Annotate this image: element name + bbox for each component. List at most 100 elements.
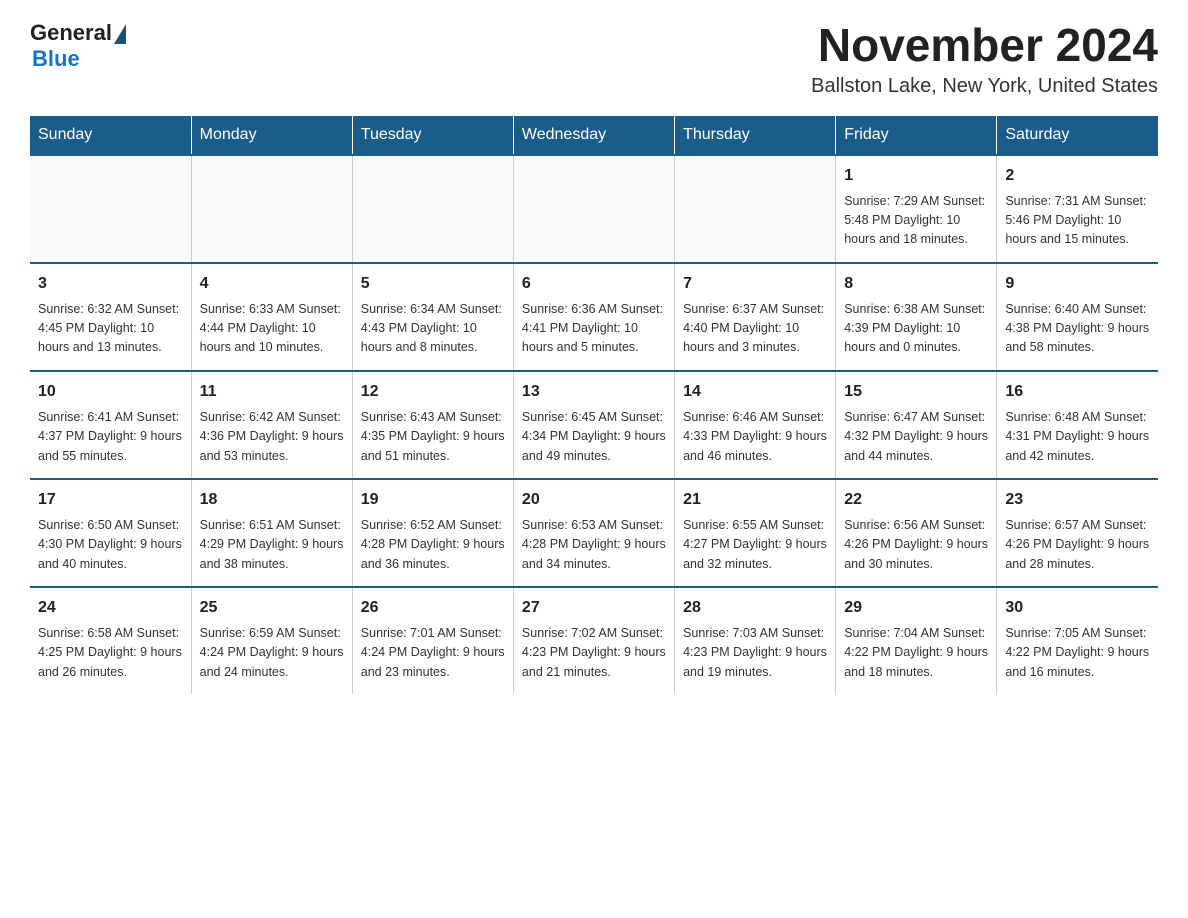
calendar-cell: 20 Sunrise: 6:53 AM Sunset: 4:28 PM Dayli… <box>513 479 674 587</box>
day-info: Sunrise: 6:48 AM Sunset: 4:31 PM Dayligh… <box>1005 408 1150 466</box>
day-info: Sunrise: 6:38 AM Sunset: 4:39 PM Dayligh… <box>844 300 988 358</box>
day-info: Sunrise: 6:47 AM Sunset: 4:32 PM Dayligh… <box>844 408 988 466</box>
calendar-cell: 8 Sunrise: 6:38 AM Sunset: 4:39 PM Daylig… <box>836 263 997 371</box>
day-info: Sunrise: 7:05 AM Sunset: 4:22 PM Dayligh… <box>1005 624 1150 682</box>
day-info: Sunrise: 7:29 AM Sunset: 5:48 PM Dayligh… <box>844 192 988 250</box>
calendar-cell: 25Sunrise: 6:59 AM Sunset: 4:24 PM Dayli… <box>191 587 352 694</box>
day-number: 28 <box>683 596 827 620</box>
logo-general-text: General <box>30 20 112 46</box>
day-number: 16 <box>1005 380 1150 404</box>
day-number: 4 <box>200 272 344 296</box>
calendar-cell: 24 Sunrise: 6:58 AM Sunset: 4:25 PM Dayli… <box>30 587 191 694</box>
day-number: 1 <box>844 164 988 188</box>
day-number: 21 <box>683 488 827 512</box>
day-info: Sunrise: 6:53 AM Sunset: 4:28 PM Dayligh… <box>522 516 666 574</box>
day-info: Sunrise: 6:52 AM Sunset: 4:28 PM Dayligh… <box>361 516 505 574</box>
day-info: Sunrise: 6:40 AM Sunset: 4:38 PM Dayligh… <box>1005 300 1150 358</box>
day-number: 7 <box>683 272 827 296</box>
day-info: Sunrise: 6:37 AM Sunset: 4:40 PM Dayligh… <box>683 300 827 358</box>
week-row-3: 10Sunrise: 6:41 AM Sunset: 4:37 PM Dayli… <box>30 371 1158 479</box>
calendar-cell: 6 Sunrise: 6:36 AM Sunset: 4:41 PM Daylig… <box>513 263 674 371</box>
calendar-cell: 29Sunrise: 7:04 AM Sunset: 4:22 PM Dayli… <box>836 587 997 694</box>
calendar-cell: 23 Sunrise: 6:57 AM Sunset: 4:26 PM Dayli… <box>997 479 1158 587</box>
location-title: Ballston Lake, New York, United States <box>811 75 1158 98</box>
day-info: Sunrise: 6:36 AM Sunset: 4:41 PM Dayligh… <box>522 300 666 358</box>
header-day-friday: Friday <box>836 116 997 155</box>
day-number: 5 <box>361 272 505 296</box>
calendar-cell <box>675 155 836 263</box>
header-day-thursday: Thursday <box>675 116 836 155</box>
calendar-cell <box>513 155 674 263</box>
day-info: Sunrise: 6:42 AM Sunset: 4:36 PM Dayligh… <box>200 408 344 466</box>
calendar-cell <box>30 155 191 263</box>
day-info: Sunrise: 6:46 AM Sunset: 4:33 PM Dayligh… <box>683 408 827 466</box>
day-info: Sunrise: 6:45 AM Sunset: 4:34 PM Dayligh… <box>522 408 666 466</box>
calendar-cell: 19 Sunrise: 6:52 AM Sunset: 4:28 PM Dayli… <box>352 479 513 587</box>
day-number: 12 <box>361 380 505 404</box>
week-row-5: 24 Sunrise: 6:58 AM Sunset: 4:25 PM Dayli… <box>30 587 1158 694</box>
day-number: 15 <box>844 380 988 404</box>
day-number: 18 <box>200 488 344 512</box>
week-row-4: 17 Sunrise: 6:50 AM Sunset: 4:30 PM Dayli… <box>30 479 1158 587</box>
day-info: Sunrise: 7:03 AM Sunset: 4:23 PM Dayligh… <box>683 624 827 682</box>
day-info: Sunrise: 6:43 AM Sunset: 4:35 PM Dayligh… <box>361 408 505 466</box>
day-number: 2 <box>1005 164 1150 188</box>
day-info: Sunrise: 6:34 AM Sunset: 4:43 PM Dayligh… <box>361 300 505 358</box>
day-info: Sunrise: 7:31 AM Sunset: 5:46 PM Dayligh… <box>1005 192 1150 250</box>
calendar-cell: 22 Sunrise: 6:56 AM Sunset: 4:26 PM Dayli… <box>836 479 997 587</box>
day-number: 8 <box>844 272 988 296</box>
calendar-cell: 27 Sunrise: 7:02 AM Sunset: 4:23 PM Dayli… <box>513 587 674 694</box>
week-row-2: 3 Sunrise: 6:32 AM Sunset: 4:45 PM Daylig… <box>30 263 1158 371</box>
calendar-cell: 17 Sunrise: 6:50 AM Sunset: 4:30 PM Dayli… <box>30 479 191 587</box>
calendar-cell: 30Sunrise: 7:05 AM Sunset: 4:22 PM Dayli… <box>997 587 1158 694</box>
day-number: 20 <box>522 488 666 512</box>
calendar-cell: 14 Sunrise: 6:46 AM Sunset: 4:33 PM Dayli… <box>675 371 836 479</box>
calendar-cell: 26 Sunrise: 7:01 AM Sunset: 4:24 PM Dayli… <box>352 587 513 694</box>
month-title: November 2024 <box>811 20 1158 71</box>
day-number: 23 <box>1005 488 1150 512</box>
day-number: 3 <box>38 272 183 296</box>
day-info: Sunrise: 7:01 AM Sunset: 4:24 PM Dayligh… <box>361 624 505 682</box>
title-area: November 2024 Ballston Lake, New York, U… <box>811 20 1158 98</box>
day-number: 22 <box>844 488 988 512</box>
day-info: Sunrise: 6:56 AM Sunset: 4:26 PM Dayligh… <box>844 516 988 574</box>
day-number: 14 <box>683 380 827 404</box>
header-day-wednesday: Wednesday <box>513 116 674 155</box>
day-info: Sunrise: 6:32 AM Sunset: 4:45 PM Dayligh… <box>38 300 183 358</box>
day-number: 29 <box>844 596 988 620</box>
calendar-cell: 4Sunrise: 6:33 AM Sunset: 4:44 PM Daylig… <box>191 263 352 371</box>
day-number: 6 <box>522 272 666 296</box>
day-number: 17 <box>38 488 183 512</box>
calendar-cell <box>352 155 513 263</box>
day-info: Sunrise: 6:58 AM Sunset: 4:25 PM Dayligh… <box>38 624 183 682</box>
day-info: Sunrise: 7:02 AM Sunset: 4:23 PM Dayligh… <box>522 624 666 682</box>
day-info: Sunrise: 6:57 AM Sunset: 4:26 PM Dayligh… <box>1005 516 1150 574</box>
day-number: 19 <box>361 488 505 512</box>
header-day-monday: Monday <box>191 116 352 155</box>
day-number: 9 <box>1005 272 1150 296</box>
calendar-table: SundayMondayTuesdayWednesdayThursdayFrid… <box>30 116 1158 695</box>
calendar-cell: 2 Sunrise: 7:31 AM Sunset: 5:46 PM Daylig… <box>997 155 1158 263</box>
calendar-cell: 18 Sunrise: 6:51 AM Sunset: 4:29 PM Dayli… <box>191 479 352 587</box>
logo-triangle-icon <box>114 24 126 44</box>
calendar-cell: 21 Sunrise: 6:55 AM Sunset: 4:27 PM Dayli… <box>675 479 836 587</box>
day-info: Sunrise: 6:55 AM Sunset: 4:27 PM Dayligh… <box>683 516 827 574</box>
day-number: 25 <box>200 596 344 620</box>
calendar-cell: 13 Sunrise: 6:45 AM Sunset: 4:34 PM Dayli… <box>513 371 674 479</box>
calendar-cell: 11 Sunrise: 6:42 AM Sunset: 4:36 PM Dayli… <box>191 371 352 479</box>
day-number: 24 <box>38 596 183 620</box>
week-row-1: 1 Sunrise: 7:29 AM Sunset: 5:48 PM Daylig… <box>30 155 1158 263</box>
day-number: 27 <box>522 596 666 620</box>
day-number: 11 <box>200 380 344 404</box>
day-info: Sunrise: 6:51 AM Sunset: 4:29 PM Dayligh… <box>200 516 344 574</box>
calendar-cell: 7 Sunrise: 6:37 AM Sunset: 4:40 PM Daylig… <box>675 263 836 371</box>
calendar-cell: 12 Sunrise: 6:43 AM Sunset: 4:35 PM Dayli… <box>352 371 513 479</box>
day-info: Sunrise: 6:50 AM Sunset: 4:30 PM Dayligh… <box>38 516 183 574</box>
day-number: 26 <box>361 596 505 620</box>
calendar-cell: 28 Sunrise: 7:03 AM Sunset: 4:23 PM Dayli… <box>675 587 836 694</box>
calendar-cell <box>191 155 352 263</box>
header: General Blue November 2024 Ballston Lake… <box>30 20 1158 98</box>
header-day-saturday: Saturday <box>997 116 1158 155</box>
day-number: 13 <box>522 380 666 404</box>
header-day-sunday: Sunday <box>30 116 191 155</box>
